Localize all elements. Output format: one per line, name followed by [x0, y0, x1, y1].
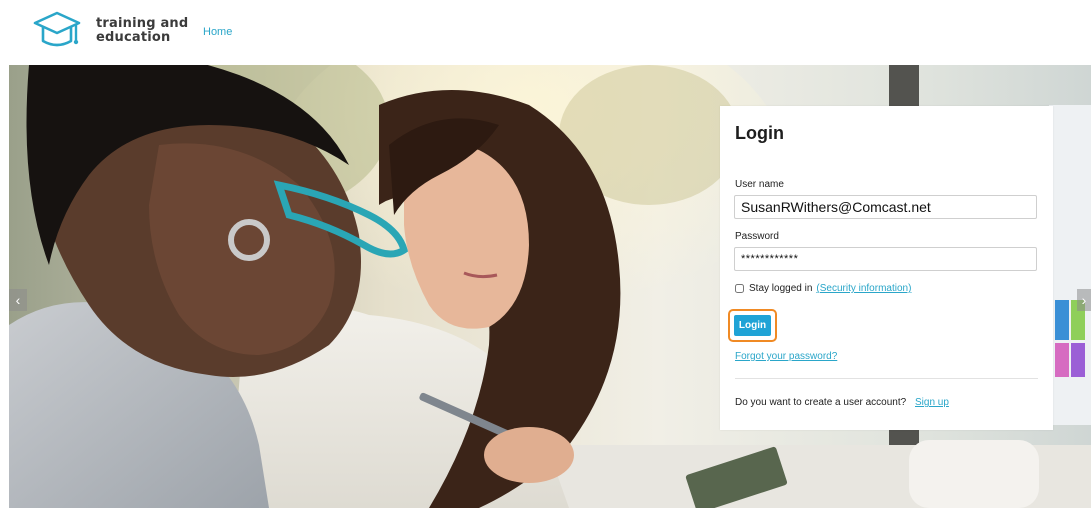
stay-logged-in-row: Stay logged in (Security information)	[735, 283, 911, 294]
username-input[interactable]	[734, 195, 1037, 219]
password-label: Password	[735, 231, 779, 242]
login-button-highlight: Login	[728, 309, 777, 342]
forgot-password-link[interactable]: Forgot your password?	[735, 351, 837, 362]
top-navigation-bar: training and education Home	[0, 0, 1091, 65]
brand-logo-link[interactable]: training and education	[32, 10, 188, 52]
login-panel: Login User name Password Stay logged in …	[720, 106, 1053, 430]
signup-prompt: Do you want to create a user account?	[735, 397, 907, 408]
stay-logged-in-label: Stay logged in	[749, 283, 813, 294]
carousel-prev-button[interactable]: ‹	[9, 289, 27, 311]
graduation-cap-icon	[33, 11, 81, 47]
login-button[interactable]: Login	[734, 315, 771, 336]
brand-name-line2: education	[96, 30, 171, 45]
hero-carousel: ‹ › Login User name Password Stay logged…	[9, 65, 1091, 508]
password-input[interactable]	[734, 247, 1037, 271]
nav-home-link[interactable]: Home	[203, 26, 232, 38]
username-label: User name	[735, 179, 784, 190]
stay-logged-in-checkbox[interactable]	[735, 284, 744, 293]
signup-link[interactable]: Sign up	[915, 397, 949, 408]
carousel-next-button[interactable]: ›	[1077, 289, 1091, 311]
security-information-link[interactable]: (Security information)	[816, 283, 911, 294]
brand-name-line1: training and	[96, 16, 189, 31]
signup-row: Do you want to create a user account? Si…	[735, 397, 949, 408]
login-title: Login	[735, 123, 784, 143]
brand-name: training and education	[96, 17, 188, 45]
divider	[735, 378, 1038, 379]
